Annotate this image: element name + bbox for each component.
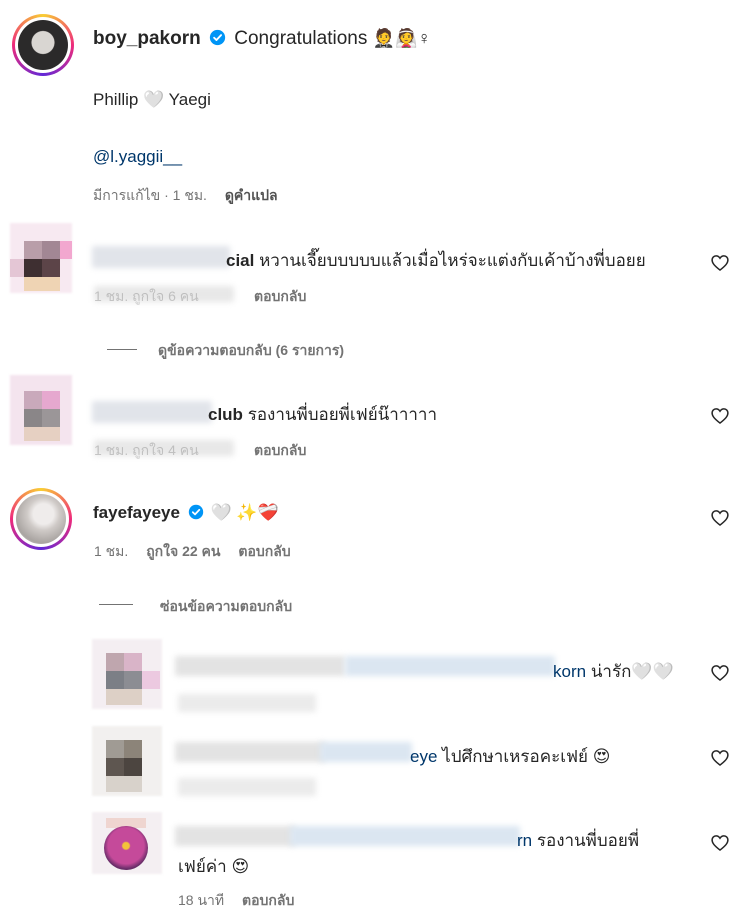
view-replies-button[interactable]: ดูข้อความตอบกลับ (6 รายการ) bbox=[158, 340, 344, 362]
comment-2-line: club รองานพี่บอยพี่เฟย์น๊าาาาา bbox=[208, 401, 437, 428]
reply-1-like-heart-icon[interactable] bbox=[710, 663, 730, 683]
reply-1-line: korn น่ารัก🤍🤍 bbox=[553, 658, 674, 685]
reply-1-mention[interactable]: korn bbox=[553, 662, 586, 681]
reply-3-line2: เฟย์ค่า 😍 bbox=[178, 853, 249, 880]
post-caption-line: boy_pakorn Congratulations 🤵👰♀ bbox=[93, 28, 431, 50]
comment-2-username-blurred bbox=[92, 401, 212, 423]
comment-1-reply-button[interactable]: ตอบกลับ bbox=[254, 286, 306, 308]
reply-3-username-blurred bbox=[175, 826, 295, 846]
translate-link[interactable]: ดูคำแปล bbox=[225, 187, 278, 203]
view-replies-line bbox=[107, 349, 137, 350]
comment-3-reply-button[interactable]: ตอบกลับ bbox=[238, 543, 290, 559]
hide-replies-button[interactable]: ซ่อนข้อความตอบกลับ bbox=[160, 596, 292, 618]
post-meta: มีการแก้ไข · 1 ชม. ดูคำแปล bbox=[93, 185, 278, 207]
comment-3-username[interactable]: fayefayeye bbox=[93, 503, 180, 522]
reply-1-username-blurred bbox=[175, 656, 345, 676]
reply-2-meta-blurred bbox=[178, 778, 316, 796]
reply-2-like-heart-icon[interactable] bbox=[710, 748, 730, 768]
reply-3-mention[interactable]: rn bbox=[517, 831, 532, 850]
comment-3-like-heart-icon[interactable] bbox=[710, 508, 730, 528]
comment-3-time: 1 ชม. bbox=[94, 543, 129, 559]
reply-3-emoji: 😍 bbox=[231, 857, 250, 876]
post-caption-line2: Phillip 🤍 Yaegi bbox=[93, 90, 211, 109]
reply-1-meta-blurred bbox=[178, 694, 316, 712]
post-author-avatar[interactable] bbox=[12, 14, 74, 76]
comment-2-username[interactable]: club bbox=[208, 405, 243, 424]
post-edited-time: มีการแก้ไข · 1 ชม. bbox=[93, 187, 207, 203]
comment-2-reply-button[interactable]: ตอบกลับ bbox=[254, 440, 306, 462]
reply-1-text: น่ารัก🤍🤍 bbox=[590, 662, 674, 681]
comment-2-text: รองานพี่บอยพี่เฟย์น๊าาาาา bbox=[247, 405, 438, 424]
comment-2-avatar[interactable] bbox=[10, 375, 72, 445]
reply-1-mention-blurred bbox=[345, 656, 555, 676]
reply-3-mention-blurred bbox=[290, 826, 520, 846]
comment-1-avatar[interactable] bbox=[10, 223, 72, 293]
comment-3-text: 🤍 bbox=[210, 503, 232, 522]
reply-3-like-heart-icon[interactable] bbox=[710, 833, 730, 853]
reply-3-avatar[interactable] bbox=[92, 812, 162, 874]
comment-2-meta: 1 ชม. ถูกใจ 4 คน bbox=[94, 442, 199, 458]
reply-3-meta: 18 นาที ตอบกลับ bbox=[178, 890, 294, 912]
reply-2-text: ไปศึกษาเหรอคะเฟย์ bbox=[442, 747, 589, 766]
verified-badge-icon bbox=[209, 29, 226, 46]
post-mention-link[interactable]: @l.yaggii__ bbox=[93, 147, 182, 167]
comment-2-like-heart-icon[interactable] bbox=[710, 406, 730, 426]
reply-1-avatar[interactable] bbox=[92, 639, 162, 709]
hide-replies-line bbox=[99, 604, 133, 605]
reply-3-line: rn รองานพี่บอยพี่ bbox=[517, 827, 639, 854]
comment-1-meta: 1 ชม. ถูกใจ 6 คน bbox=[94, 288, 199, 304]
reply-2-username-blurred bbox=[175, 742, 325, 762]
reply-2-mention-blurred bbox=[320, 742, 412, 762]
comment-3-avatar[interactable] bbox=[10, 488, 72, 550]
comment-1-like-heart-icon[interactable] bbox=[710, 253, 730, 273]
caption-emoji: 🤵👰♀ bbox=[372, 28, 431, 48]
post-author-username[interactable]: boy_pakorn bbox=[93, 28, 201, 49]
reply-3-text: รองานพี่บอยพี่ bbox=[536, 831, 640, 850]
reply-3-time: 18 นาที bbox=[178, 892, 225, 908]
reply-2-line: eye ไปศึกษาเหรอคะเฟย์ 😍 bbox=[410, 743, 610, 770]
reply-2-emoji: 😍 bbox=[592, 747, 611, 766]
comment-3-likes[interactable]: ถูกใจ 22 คน bbox=[146, 543, 220, 559]
reply-3-reply-button[interactable]: ตอบกลับ bbox=[242, 892, 294, 908]
comment-3-emoji: ✨❤️‍🩹 bbox=[236, 503, 279, 522]
comment-1-text: หวานเจี๊ยบบบบบแล้วเมื่อไหร่จะแต่งกับเค้า… bbox=[259, 251, 646, 270]
comment-1-username-blurred bbox=[92, 246, 230, 268]
post-caption-text: Congratulations bbox=[234, 28, 368, 49]
comment-3-meta: 1 ชม. ถูกใจ 22 คน ตอบกลับ bbox=[94, 541, 291, 563]
comment-1-username[interactable]: cial bbox=[226, 251, 254, 270]
comment-3-verified-badge-icon bbox=[188, 504, 203, 520]
comment-3-line: fayefayeye 🤍 ✨❤️‍🩹 bbox=[93, 503, 279, 523]
reply-3-text2: เฟย์ค่า bbox=[178, 857, 227, 876]
comment-1-line: cial หวานเจี๊ยบบบบบแล้วเมื่อไหร่จะแต่งกั… bbox=[226, 247, 646, 274]
reply-2-mention[interactable]: eye bbox=[410, 747, 437, 766]
reply-2-avatar[interactable] bbox=[92, 726, 162, 796]
